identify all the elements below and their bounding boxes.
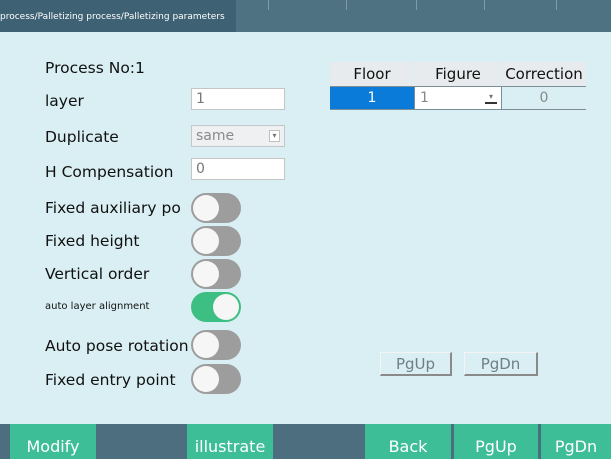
fixed-height-label: Fixed height: [45, 232, 140, 250]
h-compensation-input[interactable]: 0: [191, 158, 285, 180]
toggle-knob: [193, 366, 219, 392]
fixed-auxiliary-point-toggle[interactable]: [191, 193, 241, 223]
pgdn-button[interactable]: PgDn: [541, 424, 611, 459]
table-pgup-button[interactable]: PgUp: [380, 352, 452, 376]
figure-select-value: 1: [420, 90, 429, 106]
table-header-correction: Correction: [502, 62, 586, 86]
illustrate-button[interactable]: illustrate: [187, 424, 273, 459]
fixed-auxiliary-point-label: Fixed auxiliary point: [45, 199, 180, 217]
title-bar: process/Palletizing process/Palletizing …: [0, 0, 611, 32]
divider: [501, 87, 502, 109]
auto-pose-rotation-label: Auto pose rotation: [45, 337, 189, 355]
divider: [330, 86, 586, 87]
back-button[interactable]: Back: [365, 424, 451, 459]
toggle-knob: [193, 195, 219, 221]
h-compensation-label: H Compensation: [45, 163, 174, 181]
auto-layer-alignment-toggle[interactable]: [191, 292, 241, 322]
chevron-down-icon[interactable]: ▾: [269, 130, 280, 142]
vertical-order-toggle[interactable]: [191, 259, 241, 289]
correction-cell[interactable]: 0: [502, 87, 586, 109]
process-number-label: Process No:1: [45, 59, 145, 77]
breadcrumb: process/Palletizing process/Palletizing …: [0, 0, 236, 32]
divider: [556, 0, 557, 10]
figure-select[interactable]: 1 ▾: [415, 87, 501, 109]
divider: [346, 0, 347, 10]
toggle-knob: [193, 332, 219, 358]
duplicate-select[interactable]: same ▾: [191, 125, 285, 147]
duplicate-select-value: same: [196, 128, 235, 144]
table-header-figure: Figure: [415, 62, 501, 86]
fixed-height-toggle[interactable]: [191, 226, 241, 256]
toggle-knob: [193, 261, 219, 287]
floor-cell[interactable]: 1: [330, 87, 414, 109]
divider: [330, 109, 586, 110]
auto-pose-rotation-toggle[interactable]: [191, 330, 241, 360]
toggle-knob: [193, 228, 219, 254]
table-header-floor: Floor: [330, 62, 414, 86]
modify-button[interactable]: Modify: [10, 424, 96, 459]
pgup-button[interactable]: PgUp: [454, 424, 538, 459]
auto-layer-alignment-label: auto layer alignment: [45, 301, 150, 312]
toggle-knob: [213, 294, 239, 320]
layer-input[interactable]: 1: [191, 88, 285, 110]
vertical-order-label: Vertical order: [45, 265, 150, 283]
divider: [414, 87, 415, 109]
table-pgdn-button[interactable]: PgDn: [464, 352, 538, 376]
divider: [268, 0, 269, 10]
divider: [416, 0, 417, 10]
duplicate-label: Duplicate: [45, 128, 119, 146]
fixed-entry-point-toggle[interactable]: [191, 364, 241, 394]
fixed-entry-point-label: Fixed entry point: [45, 371, 176, 389]
divider: [484, 0, 485, 10]
layer-label: layer: [45, 92, 84, 110]
chevron-down-icon[interactable]: ▾: [485, 91, 497, 104]
